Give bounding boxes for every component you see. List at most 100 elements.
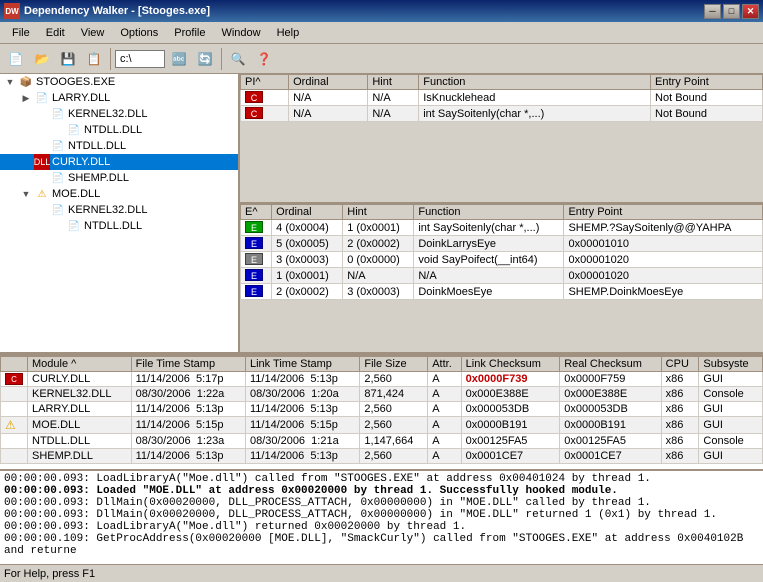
mod-sub-3: GUI <box>699 402 763 417</box>
mod-file-4: 11/14/2006 5:15p <box>131 417 245 434</box>
title-text: Dependency Walker - [Stooges.exe] <box>24 5 704 17</box>
toolbar-path-input[interactable] <box>115 50 165 68</box>
menu-bar: File Edit View Options Profile Window He… <box>0 22 763 44</box>
tree-item-larry[interactable]: ▶ 📄 LARRY.DLL <box>0 90 238 106</box>
mod-link-1: 11/14/2006 5:13p <box>246 372 360 387</box>
e-icon-1: E <box>241 220 272 236</box>
menu-options[interactable]: Options <box>112 25 166 41</box>
right-pane: PI^ Ordinal Hint Function Entry Point C … <box>240 74 763 352</box>
table-row[interactable]: E 2 (0x0002) 3 (0x0003) DoinkMoesEye SHE… <box>241 284 763 300</box>
dll-icon-kernel32-1: 📄 <box>50 106 66 122</box>
tree-item-kernel32-1[interactable]: 📄 KERNEL32.DLL <box>0 106 238 122</box>
dll-icon-ntdll-2: 📄 <box>50 138 66 154</box>
tree-expander-2 <box>34 106 50 122</box>
mod-attr-2: A <box>428 387 461 402</box>
mod-attr-5: A <box>428 434 461 449</box>
tree-item-stooges[interactable]: ▼ 📦 STOOGES.EXE <box>0 74 238 90</box>
mod-sub-2: Console <box>699 387 763 402</box>
dll-icon-ntdll-1: 📄 <box>66 122 82 138</box>
toolbar-help[interactable]: ❓ <box>252 47 276 71</box>
minimize-button[interactable]: ─ <box>704 4 721 19</box>
mod-icon-4: ⚠ <box>1 417 28 434</box>
e-function-2: DoinkLarrysEye <box>414 236 564 252</box>
table-row[interactable]: SHEMP.DLL 11/14/2006 5:13p 11/14/2006 5:… <box>1 449 763 464</box>
e-table: E^ Ordinal Hint Function Entry Point E 4… <box>240 204 763 300</box>
tree-label-ntdll-1: NTDLL.DLL <box>84 124 142 136</box>
table-row[interactable]: KERNEL32.DLL 08/30/2006 1:22a 08/30/2006… <box>1 387 763 402</box>
menu-help[interactable]: Help <box>269 25 308 41</box>
menu-profile[interactable]: Profile <box>166 25 213 41</box>
menu-file[interactable]: File <box>4 25 38 41</box>
e-entrypoint-3: 0x00001020 <box>564 252 763 268</box>
tree-item-kernel32-2[interactable]: 📄 KERNEL32.DLL <box>0 202 238 218</box>
tree-expander-7[interactable]: ▼ <box>18 186 34 202</box>
table-row[interactable]: E 3 (0x0003) 0 (0x0000) void SayPoifect(… <box>241 252 763 268</box>
toolbar-save[interactable]: 💾 <box>56 47 80 71</box>
table-row[interactable]: E 5 (0x0005) 2 (0x0002) DoinkLarrysEye 0… <box>241 236 763 252</box>
mod-file-1: 11/14/2006 5:17p <box>131 372 245 387</box>
main-layout: ▼ 📦 STOOGES.EXE ▶ 📄 LARRY.DLL 📄 KERNEL32… <box>0 74 763 354</box>
e-function-3: void SayPoifect(__int64) <box>414 252 564 268</box>
log-pane[interactable]: 00:00:00.093: LoadLibraryA("Moe.dll") ca… <box>0 469 763 564</box>
table-row[interactable]: C N/A N/A IsKnucklehead Not Bound <box>241 90 763 106</box>
toolbar-new[interactable]: 📄 <box>4 47 28 71</box>
mod-link-2: 08/30/2006 1:20a <box>246 387 360 402</box>
pi-table-wrap[interactable]: PI^ Ordinal Hint Function Entry Point C … <box>240 74 763 204</box>
mod-col-cpu: CPU <box>661 357 699 372</box>
toolbar-copy[interactable]: 📋 <box>82 47 106 71</box>
mod-size-4: 2,560 <box>360 417 428 434</box>
mod-icon-6 <box>1 449 28 464</box>
pi-table: PI^ Ordinal Hint Function Entry Point C … <box>240 74 763 122</box>
table-row[interactable]: C N/A N/A int SaySoitenly(char *,...) No… <box>241 106 763 122</box>
log-line-3: 00:00:00.093: DllMain(0x00020000, DLL_PR… <box>4 497 759 509</box>
mod-rcheck-6: 0x0001CE7 <box>560 449 661 464</box>
mod-sub-6: GUI <box>699 449 763 464</box>
tree-expander-4 <box>34 138 50 154</box>
toolbar-open[interactable]: 📂 <box>30 47 54 71</box>
mod-col-icon <box>1 357 28 372</box>
table-row[interactable]: LARRY.DLL 11/14/2006 5:13p 11/14/2006 5:… <box>1 402 763 417</box>
mod-rcheck-4: 0x0000B191 <box>560 417 661 434</box>
tree-item-moe[interactable]: ▼ ⚠ MOE.DLL <box>0 186 238 202</box>
toolbar-sep-1 <box>110 48 111 70</box>
tree-item-ntdll-3[interactable]: 📄 NTDLL.DLL <box>0 218 238 234</box>
mod-name-5: NTDLL.DLL <box>28 434 132 449</box>
menu-view[interactable]: View <box>73 25 113 41</box>
tree-expander-6 <box>34 170 50 186</box>
toolbar-browse[interactable]: 🔤 <box>167 47 191 71</box>
mod-lcheck-6: 0x0001CE7 <box>461 449 560 464</box>
table-row[interactable]: NTDLL.DLL 08/30/2006 1:23a 08/30/2006 1:… <box>1 434 763 449</box>
log-line-4: 00:00:00.093: DllMain(0x00020000, DLL_PR… <box>4 509 759 521</box>
tree-expander-1[interactable]: ▶ <box>18 90 34 106</box>
mod-cpu-5: x86 <box>661 434 699 449</box>
pi-entrypoint: Not Bound <box>651 90 763 106</box>
table-row[interactable]: ⚠ MOE.DLL 11/14/2006 5:15p 11/14/2006 5:… <box>1 417 763 434</box>
tree-label-stooges: STOOGES.EXE <box>36 76 115 88</box>
module-list-wrap[interactable]: Module ^ File Time Stamp Link Time Stamp… <box>0 354 763 469</box>
table-row[interactable]: C CURLY.DLL 11/14/2006 5:17p 11/14/2006 … <box>1 372 763 387</box>
mod-icon-5 <box>1 434 28 449</box>
tree-item-curly[interactable]: DLL CURLY.DLL <box>0 154 238 170</box>
tree-item-shemp[interactable]: 📄 SHEMP.DLL <box>0 170 238 186</box>
dll-icon-shemp: 📄 <box>50 170 66 186</box>
table-row[interactable]: E 1 (0x0001) N/A N/A 0x00001020 <box>241 268 763 284</box>
pi-col-entrypoint: Entry Point <box>651 75 763 90</box>
tree-item-ntdll-2[interactable]: 📄 NTDLL.DLL <box>0 138 238 154</box>
mod-link-3: 11/14/2006 5:13p <box>246 402 360 417</box>
tree-expander-0[interactable]: ▼ <box>2 74 18 90</box>
tree-pane[interactable]: ▼ 📦 STOOGES.EXE ▶ 📄 LARRY.DLL 📄 KERNEL32… <box>0 74 240 352</box>
tree-label-ntdll-3: NTDLL.DLL <box>84 220 142 232</box>
menu-window[interactable]: Window <box>213 25 268 41</box>
maximize-button[interactable]: □ <box>723 4 740 19</box>
table-row[interactable]: E 4 (0x0004) 1 (0x0001) int SaySoitenly(… <box>241 220 763 236</box>
dll-icon-kernel32-2: 📄 <box>50 202 66 218</box>
e-table-wrap[interactable]: E^ Ordinal Hint Function Entry Point E 4… <box>240 204 763 352</box>
toolbar-refresh[interactable]: 🔄 <box>193 47 217 71</box>
close-button[interactable]: ✕ <box>742 4 759 19</box>
tree-item-ntdll-1[interactable]: 📄 NTDLL.DLL <box>0 122 238 138</box>
menu-edit[interactable]: Edit <box>38 25 73 41</box>
mod-name-3: LARRY.DLL <box>28 402 132 417</box>
mod-lcheck-1: 0x0000F739 <box>461 372 560 387</box>
e-entrypoint-2: 0x00001010 <box>564 236 763 252</box>
toolbar-find[interactable]: 🔍 <box>226 47 250 71</box>
